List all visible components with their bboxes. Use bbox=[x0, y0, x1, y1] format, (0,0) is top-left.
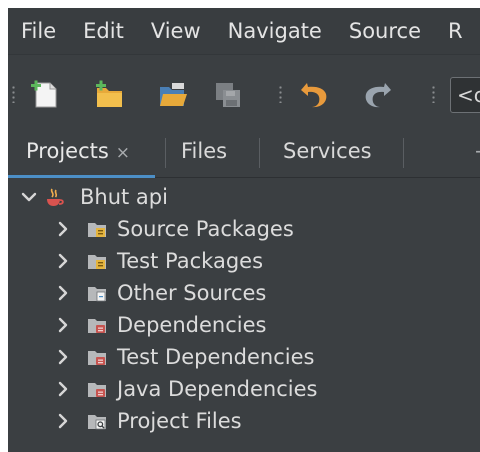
tab-separator bbox=[165, 138, 166, 168]
menu-file[interactable]: File bbox=[21, 8, 56, 54]
other-sources-icon bbox=[88, 287, 106, 302]
minimize-icon[interactable]: − bbox=[474, 128, 480, 174]
test-dependencies-icon bbox=[88, 351, 106, 365]
tree-node-other-sources[interactable]: Other Sources bbox=[54, 277, 266, 309]
chevron-right-icon[interactable] bbox=[54, 316, 72, 334]
menu-edit[interactable]: Edit bbox=[83, 8, 124, 54]
toolbar-grip[interactable] bbox=[432, 85, 435, 103]
new-project-icon bbox=[96, 80, 122, 107]
save-all-button[interactable] bbox=[212, 77, 246, 111]
java-dependencies-icon bbox=[88, 383, 106, 397]
tree-node-test-packages[interactable]: Test Packages bbox=[54, 245, 263, 277]
tree-node-label: Test Dependencies bbox=[117, 345, 315, 369]
chevron-right-icon[interactable] bbox=[54, 380, 72, 398]
tab-projects[interactable]: Projects × bbox=[8, 128, 155, 178]
chevron-right-icon[interactable] bbox=[54, 412, 72, 430]
redo-icon bbox=[365, 83, 391, 108]
tab-files-label: Files bbox=[181, 139, 228, 163]
save-all-icon bbox=[216, 83, 240, 107]
tree-node-label: Source Packages bbox=[117, 217, 294, 241]
project-files-icon bbox=[88, 415, 106, 430]
tree-root-node[interactable]: Bhut api bbox=[20, 181, 168, 213]
close-icon[interactable]: × bbox=[116, 143, 130, 163]
menu-bar: File Edit View Navigate Source R bbox=[8, 8, 480, 54]
tree-node-test-dependencies[interactable]: Test Dependencies bbox=[54, 341, 314, 373]
tree-node-label: Java Dependencies bbox=[117, 377, 318, 401]
open-project-button[interactable] bbox=[155, 77, 189, 111]
new-file-button[interactable] bbox=[28, 77, 62, 111]
tab-separator bbox=[403, 138, 404, 168]
menu-navigate[interactable]: Navigate bbox=[228, 8, 322, 54]
configuration-combo[interactable]: <c bbox=[450, 77, 480, 113]
chevron-down-icon[interactable] bbox=[20, 188, 38, 206]
explorer-tab-strip: Projects × Files Services − bbox=[8, 128, 480, 178]
chevron-right-icon[interactable] bbox=[54, 284, 72, 302]
open-project-icon bbox=[160, 83, 187, 106]
menu-source[interactable]: Source bbox=[349, 8, 421, 54]
undo-icon bbox=[301, 83, 327, 108]
chevron-right-icon[interactable] bbox=[54, 220, 72, 238]
toolbar-grip[interactable] bbox=[279, 85, 282, 103]
tab-projects-label: Projects bbox=[26, 139, 109, 163]
new-file-icon bbox=[31, 80, 57, 108]
tab-services[interactable]: Services bbox=[283, 128, 372, 178]
chevron-right-icon[interactable] bbox=[54, 252, 72, 270]
tree-node-source-packages[interactable]: Source Packages bbox=[54, 213, 294, 245]
tree-node-label: Dependencies bbox=[117, 313, 267, 337]
chevron-right-icon[interactable] bbox=[54, 348, 72, 366]
tab-services-label: Services bbox=[283, 139, 372, 163]
dependencies-icon bbox=[88, 319, 106, 333]
undo-button[interactable] bbox=[298, 77, 332, 111]
toolbar-grip[interactable] bbox=[12, 85, 15, 103]
redo-button[interactable] bbox=[360, 77, 394, 111]
project-tree: Bhut api Source Packages Test Packages O… bbox=[8, 179, 480, 452]
tree-node-dependencies[interactable]: Dependencies bbox=[54, 309, 266, 341]
tree-node-label: Other Sources bbox=[117, 281, 267, 305]
tree-node-label: Test Packages bbox=[117, 249, 264, 273]
test-packages-icon bbox=[88, 255, 106, 269]
tree-node-label: Project Files bbox=[117, 409, 242, 433]
tree-node-java-dependencies[interactable]: Java Dependencies bbox=[54, 373, 317, 405]
new-project-button[interactable] bbox=[92, 77, 126, 111]
ide-window: File Edit View Navigate Source R <c Proj… bbox=[8, 8, 480, 452]
source-packages-icon bbox=[88, 223, 106, 237]
tree-root-label: Bhut api bbox=[80, 185, 168, 209]
menu-view[interactable]: View bbox=[151, 8, 201, 54]
tab-files[interactable]: Files bbox=[181, 128, 227, 178]
tab-separator bbox=[259, 138, 260, 168]
tree-node-project-files[interactable]: Project Files bbox=[54, 405, 242, 437]
main-toolbar: <c bbox=[8, 54, 480, 128]
menu-refactor[interactable]: R bbox=[448, 8, 463, 54]
java-project-icon bbox=[47, 188, 64, 206]
